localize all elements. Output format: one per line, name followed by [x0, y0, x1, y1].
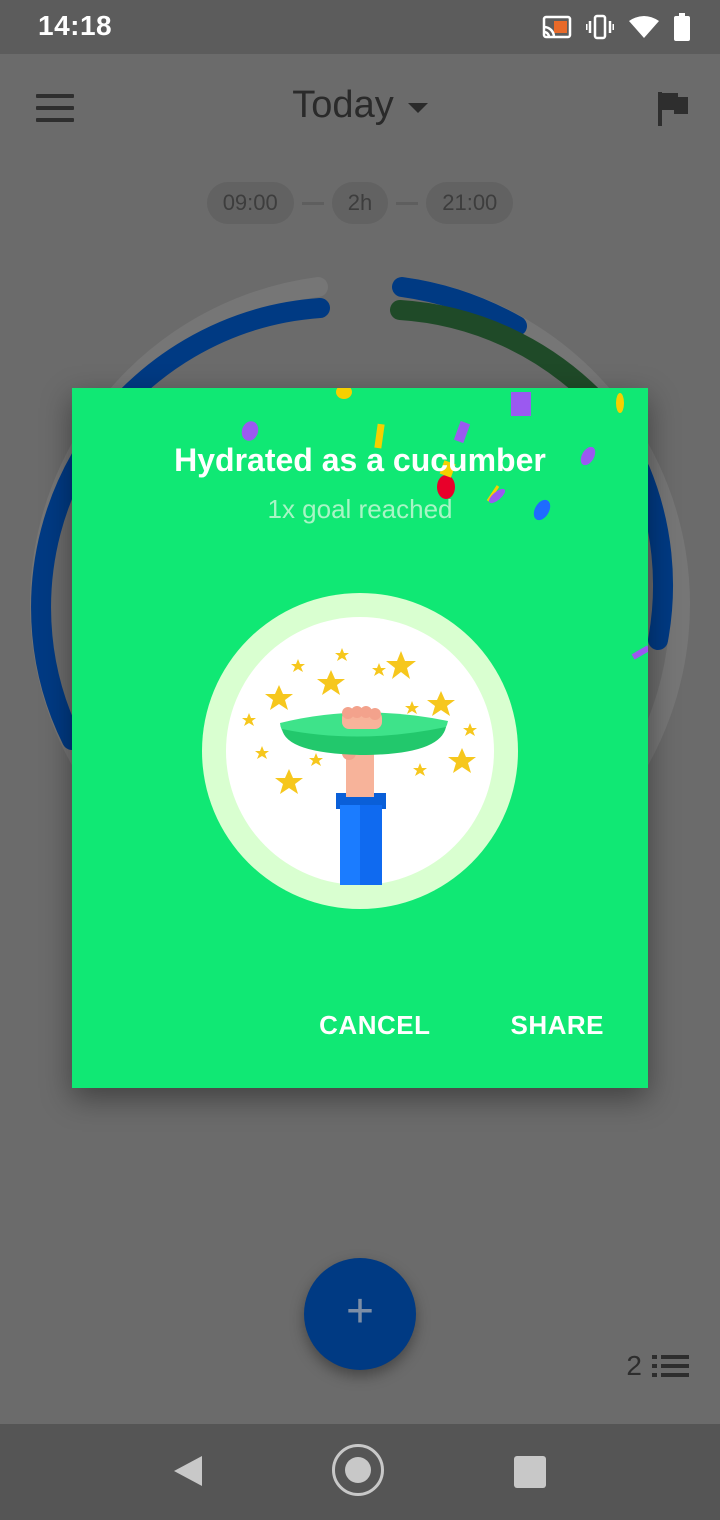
home-icon[interactable]	[332, 1444, 384, 1496]
chevron-down-icon	[407, 102, 428, 113]
range-end-pill[interactable]: 21:00	[426, 182, 514, 224]
share-button[interactable]: SHARE	[510, 1010, 604, 1041]
date-selector[interactable]: Today	[292, 84, 428, 127]
list-icon	[652, 1355, 689, 1377]
dialog-title: Hydrated as a cucumber	[174, 442, 546, 478]
flag-icon[interactable]	[656, 90, 690, 126]
back-icon[interactable]	[172, 1454, 204, 1488]
system-nav-bar	[0, 1424, 720, 1520]
range-divider	[396, 201, 419, 205]
goal-reached-dialog: Hydrated as a cucumber 1x goal reached C…	[72, 388, 648, 1088]
add-drink-button[interactable]: +	[304, 1258, 416, 1370]
page-title: Today	[292, 84, 394, 126]
time-range: 09:00 2h 21:00	[0, 182, 720, 224]
range-divider	[301, 201, 324, 205]
dialog-actions: CANCEL SHARE	[319, 1010, 604, 1041]
cucumber-trophy-badge	[202, 593, 518, 909]
entries-link[interactable]: 2	[626, 1350, 690, 1382]
entries-count: 2	[626, 1350, 642, 1381]
cancel-button[interactable]: CANCEL	[319, 1010, 430, 1041]
recents-icon[interactable]	[514, 1456, 546, 1488]
app-bar: Today	[0, 54, 720, 164]
range-start-pill[interactable]: 09:00	[206, 182, 294, 224]
range-interval-pill[interactable]: 2h	[331, 182, 389, 224]
dialog-subtitle: 1x goal reached	[267, 494, 453, 524]
